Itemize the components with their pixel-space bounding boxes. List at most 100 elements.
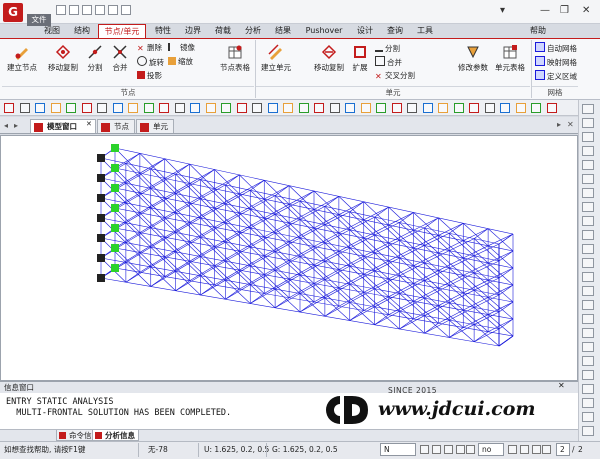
- truss-member[interactable]: [498, 267, 514, 279]
- truss-member[interactable]: [225, 174, 240, 186]
- truss-member[interactable]: [150, 271, 176, 287]
- truss-member[interactable]: [239, 274, 265, 290]
- tab-scroll-icon[interactable]: ▸: [557, 120, 561, 129]
- truss-member[interactable]: [175, 236, 201, 253]
- toolbar-tool-icon[interactable]: [407, 103, 417, 113]
- truss-member[interactable]: [164, 202, 190, 218]
- truss-member[interactable]: [175, 256, 201, 272]
- truss-member[interactable]: [473, 328, 500, 343]
- view-tool-icon[interactable]: [582, 412, 594, 422]
- truss-member[interactable]: [150, 158, 165, 169]
- truss-member[interactable]: [125, 227, 151, 243]
- close-button[interactable]: ✕: [582, 5, 590, 16]
- truss-member[interactable]: [399, 280, 425, 294]
- toolbar-tool-icon[interactable]: [190, 103, 200, 113]
- toolbar-tool-icon[interactable]: [143, 103, 154, 113]
- view-tool-icon[interactable]: [582, 356, 594, 366]
- status-tool-icon[interactable]: [456, 445, 465, 454]
- support-marker[interactable]: [97, 234, 105, 242]
- tab-node-element[interactable]: 节点/单元: [98, 24, 146, 38]
- truss-member[interactable]: [399, 212, 414, 223]
- truss-member[interactable]: [498, 284, 514, 296]
- toolbar-tool-icon[interactable]: [174, 103, 185, 113]
- truss-member[interactable]: [200, 260, 226, 277]
- view-tool-icon[interactable]: [582, 384, 594, 394]
- help-menu[interactable]: 帮助: [530, 24, 546, 38]
- view-tool-icon[interactable]: [582, 188, 594, 198]
- divide-node-button[interactable]: 分割: [84, 44, 106, 73]
- toolbar-tool-icon[interactable]: [438, 103, 448, 113]
- tab-analysis-info[interactable]: 分析信息: [92, 430, 139, 441]
- toolbar-tool-icon[interactable]: [128, 103, 138, 113]
- truss-member[interactable]: [324, 211, 350, 225]
- truss-member[interactable]: [498, 335, 514, 347]
- restore-button[interactable]: ❐: [560, 5, 569, 16]
- truss-member[interactable]: [200, 169, 215, 180]
- none-select[interactable]: no: [478, 443, 504, 456]
- mirror-node-button[interactable]: 镜像: [168, 42, 195, 53]
- toolbar-tool-icon[interactable]: [314, 103, 324, 113]
- node-table-button[interactable]: 节点表格: [216, 44, 254, 73]
- tab-close-all-icon[interactable]: ✕: [567, 120, 574, 129]
- truss-member[interactable]: [225, 289, 240, 300]
- truss-member[interactable]: [438, 257, 464, 271]
- truss-member[interactable]: [150, 232, 176, 248]
- view-tool-icon[interactable]: [582, 202, 594, 212]
- truss-member[interactable]: [150, 251, 176, 268]
- auto-mesh-button[interactable]: 自动网格: [535, 42, 577, 54]
- support-marker[interactable]: [111, 164, 119, 172]
- tab-pin-icon[interactable]: ◂: [4, 121, 8, 130]
- status-tool-icon[interactable]: [508, 445, 517, 454]
- truss-member[interactable]: [388, 247, 414, 262]
- tab-pushover[interactable]: Pushover: [300, 24, 348, 38]
- toolbar-tool-icon[interactable]: [422, 103, 433, 113]
- create-node-button[interactable]: 建立节点: [4, 44, 40, 73]
- tab-query[interactable]: 查询: [382, 24, 408, 38]
- truss-member[interactable]: [164, 241, 190, 258]
- element-table-button[interactable]: 单元表格: [492, 44, 528, 73]
- view-tool-icon[interactable]: [582, 426, 594, 436]
- truss-member[interactable]: [189, 246, 215, 262]
- project-node-button[interactable]: 投影: [137, 70, 162, 81]
- truss-member[interactable]: [424, 217, 439, 229]
- truss-member[interactable]: [438, 275, 464, 289]
- tab-boundary[interactable]: 边界: [180, 24, 206, 38]
- truss-member[interactable]: [424, 323, 439, 334]
- view-tool-icon[interactable]: [582, 244, 594, 254]
- truss-member[interactable]: [225, 265, 251, 281]
- view-tool-icon[interactable]: [582, 216, 594, 226]
- truss-member[interactable]: [150, 276, 165, 287]
- truss-member[interactable]: [214, 250, 240, 267]
- truss-member[interactable]: [299, 190, 315, 202]
- truss-member[interactable]: [175, 163, 190, 175]
- close-tab-icon[interactable]: ✕: [86, 120, 92, 128]
- tab-load[interactable]: 荷载: [210, 24, 236, 38]
- truss-member[interactable]: [274, 293, 301, 309]
- status-tool-icon[interactable]: [466, 445, 475, 454]
- tab-nodes[interactable]: 节点: [97, 119, 135, 133]
- truss-member[interactable]: [189, 265, 215, 282]
- view-tool-icon[interactable]: [582, 370, 594, 380]
- merge-node-button[interactable]: 合并: [108, 44, 132, 73]
- truss-member[interactable]: [487, 250, 514, 264]
- truss-member[interactable]: [374, 206, 389, 218]
- truss-member[interactable]: [498, 301, 514, 313]
- truss-member[interactable]: [463, 279, 489, 294]
- truss-member[interactable]: [139, 256, 165, 273]
- truss-member[interactable]: [374, 314, 389, 325]
- support-marker[interactable]: [111, 144, 119, 152]
- tab-elements[interactable]: 单元: [136, 119, 174, 133]
- truss-member[interactable]: [363, 224, 389, 239]
- truss-member[interactable]: [388, 229, 414, 244]
- truss-member[interactable]: [139, 217, 165, 233]
- view-tool-icon[interactable]: [582, 398, 594, 408]
- view-tool-icon[interactable]: [582, 300, 594, 310]
- truss-member[interactable]: [413, 235, 439, 249]
- map-mesh-button[interactable]: 映射网格: [535, 56, 577, 68]
- truss-member[interactable]: [463, 297, 489, 311]
- truss-member[interactable]: [164, 261, 190, 277]
- define-area-button[interactable]: 定义区域: [535, 70, 577, 82]
- toolbar-tool-icon[interactable]: [391, 103, 402, 113]
- truss-member[interactable]: [487, 284, 514, 298]
- view-tool-icon[interactable]: [582, 118, 594, 128]
